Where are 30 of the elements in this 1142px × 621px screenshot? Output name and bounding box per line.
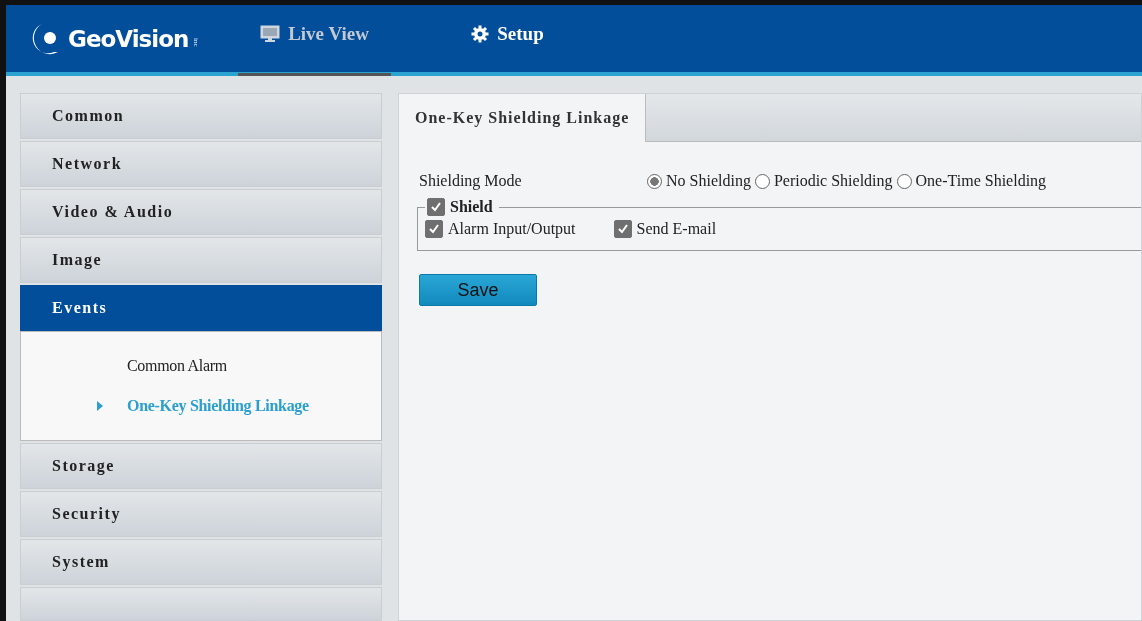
nav-tab[interactable]: Live View xyxy=(238,5,391,76)
radio-option[interactable]: One-Time Shielding xyxy=(896,172,1047,190)
radio-option[interactable]: Periodic Shielding xyxy=(754,172,893,190)
checkbox-option[interactable]: Send E-mail xyxy=(613,220,717,238)
checkbox-option[interactable]: Shield xyxy=(427,198,493,216)
checkbox[interactable] xyxy=(613,220,632,238)
radio-button[interactable] xyxy=(754,173,770,189)
sidebar-item[interactable]: System xyxy=(20,539,382,585)
checkmark-icon xyxy=(428,223,440,235)
checkbox[interactable] xyxy=(427,198,445,216)
nav-tab[interactable]: Setup xyxy=(421,5,594,76)
sidebar-item[interactable]: Storage xyxy=(20,443,382,489)
submenu-item[interactable]: Common Alarm xyxy=(127,357,227,375)
sidebar-item[interactable]: Video & Audio xyxy=(20,189,382,235)
sidebar-item[interactable]: Events xyxy=(20,285,382,331)
radio-option[interactable]: No Shielding xyxy=(647,172,751,190)
sidebar-item[interactable]: Network xyxy=(20,141,382,187)
radio-button[interactable] xyxy=(896,173,912,189)
monitor-icon xyxy=(260,25,281,43)
field-label: Shielding Mode xyxy=(419,172,523,190)
sidebar-item[interactable]: Security xyxy=(20,491,382,537)
checkmark-icon xyxy=(616,223,629,235)
save-button[interactable]: Save xyxy=(419,274,537,306)
checkmark-icon xyxy=(430,201,442,213)
radio-button[interactable] xyxy=(647,173,662,189)
sidebar-item[interactable]: Common xyxy=(20,93,382,139)
logo-text: GeoVision xyxy=(68,25,189,52)
checkbox[interactable] xyxy=(425,220,443,238)
sidebar-item[interactable]: Image xyxy=(20,237,382,283)
checkbox-option[interactable]: Alarm Input/Output xyxy=(425,220,576,238)
